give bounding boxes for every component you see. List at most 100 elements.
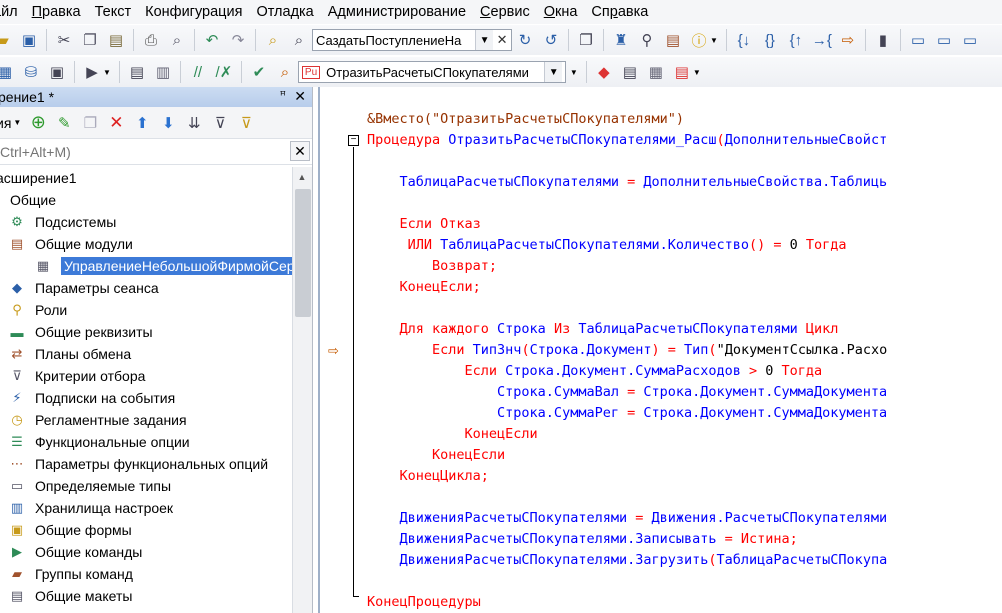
tree-item[interactable]: ⇄ Планы обмена [0, 343, 292, 365]
copy-icon[interactable]: ❐ [79, 29, 101, 51]
code-line[interactable] [367, 193, 887, 214]
run-debug-icon[interactable]: ▶ [81, 61, 103, 83]
breakpoint-icon[interactable]: ▮ [872, 29, 894, 51]
bookmark-icon[interactable]: ◆ [593, 61, 615, 83]
cascade-icon[interactable]: ▭ [933, 29, 955, 51]
tree-item[interactable]: ▬ Общие реквизиты [0, 321, 292, 343]
code-line[interactable]: Строка.СуммаВал = Строка.Документ.СуммаД… [367, 382, 887, 403]
code-line[interactable]: КонецЕсли; [367, 277, 887, 298]
tree-item[interactable]: ⋯ Параметры функциональных опций [0, 453, 292, 475]
syntax-helper-icon[interactable]: ▤ [662, 29, 684, 51]
tree-item[interactable]: ◷ Регламентные задания [0, 409, 292, 431]
code-line[interactable]: ТаблицаРасчетыСПокупателями = Дополнител… [367, 172, 888, 193]
sort-icon[interactable]: ⇊ [183, 112, 205, 134]
code-line[interactable] [367, 571, 887, 592]
table-icon[interactable]: ▦ [0, 61, 16, 83]
chevron-down-icon[interactable]: ▼ [693, 68, 701, 77]
code-line[interactable] [367, 151, 887, 172]
code-line[interactable]: Строка.СуммаРег = Строка.Документ.СуммаД… [367, 403, 887, 424]
menu-item[interactable]: Окна [537, 0, 585, 24]
module-properties-icon[interactable]: ▥ [152, 61, 174, 83]
search-combo[interactable]: СаздатьПоступлениеНа ▼ ✕ [312, 29, 512, 51]
clear-search-icon[interactable]: ✕ [290, 141, 310, 161]
tree-item[interactable]: асширение1 [0, 167, 292, 189]
open-icon[interactable]: ▰ [0, 29, 14, 51]
tree-item[interactable]: ⚡ Подписки на события [0, 387, 292, 409]
code-line[interactable]: Процедура ОтразитьРасчетыСПокупателями_Р… [367, 130, 887, 151]
tree-item[interactable]: ▰ Группы команд [0, 563, 292, 585]
delete-icon[interactable]: ✕ [105, 112, 127, 134]
code-line[interactable]: КонецПроцедуры [367, 592, 887, 613]
paste-icon[interactable]: ▤ [105, 29, 127, 51]
code-line[interactable] [367, 298, 887, 319]
tree-item[interactable]: ⚙ Подсистемы [0, 211, 292, 233]
procedure-combo[interactable]: Pu ОтразитьРасчетыСПокупателями ▼ [297, 61, 566, 83]
menu-item[interactable]: айл [0, 0, 25, 24]
syntax-check-icon[interactable]: ✔ [248, 61, 270, 83]
filter-clear-icon[interactable]: ⊽ [235, 112, 257, 134]
menu-item[interactable]: Текст [88, 0, 139, 24]
menu-item[interactable]: Отладка [249, 0, 320, 24]
find-prev-icon[interactable]: ↺ [540, 29, 562, 51]
fold-toggle-icon[interactable]: − [348, 135, 359, 146]
redo-icon[interactable]: ↷ [227, 29, 249, 51]
code-line[interactable]: КонецЕсли [367, 424, 887, 445]
tree-item[interactable]: ▦ УправлениеНебольшойФирмойСер [0, 255, 292, 277]
module-help-icon[interactable]: ▤ [619, 61, 641, 83]
tree-item[interactable]: ⊽ Критерии отбора [0, 365, 292, 387]
info-icon[interactable]: ⓘ [688, 29, 710, 51]
step-over-icon[interactable]: {} [759, 29, 781, 51]
wizard-icon[interactable]: ♜ [610, 29, 632, 51]
config-window-icon[interactable]: ▣ [46, 61, 68, 83]
chevron-down-icon[interactable]: ▼ [13, 118, 21, 127]
move-down-icon[interactable]: ⬇ [157, 112, 179, 134]
find-next-icon[interactable]: ↻ [514, 29, 536, 51]
tile-icon[interactable]: ▭ [959, 29, 981, 51]
tree-item[interactable]: ▶ Общие команды [0, 541, 292, 563]
edit-icon[interactable]: ✎ [53, 112, 75, 134]
chevron-down-icon[interactable]: ▼ [103, 68, 111, 77]
tree-item[interactable]: ▥ Хранилища настроек [0, 497, 292, 519]
run-to-cursor-icon[interactable]: →{ [811, 29, 833, 51]
copy-icon[interactable]: ❐ [79, 112, 101, 134]
scroll-up-icon[interactable]: ▲ [293, 168, 311, 186]
close-icon[interactable]: ✕ [294, 88, 306, 105]
code-line[interactable]: КонецЕсли [367, 445, 887, 466]
move-up-icon[interactable]: ⬆ [131, 112, 153, 134]
refactor-icon[interactable]: ▦ [645, 61, 667, 83]
code-line[interactable]: Если Строка.Документ.СуммаРасходов > 0 Т… [367, 361, 887, 382]
menu-item[interactable]: Сервис [473, 0, 537, 24]
menu-item[interactable]: Справка [584, 0, 655, 24]
actions-menu[interactable]: ия [0, 115, 11, 131]
comment-icon[interactable]: // [187, 61, 209, 83]
new-window-icon[interactable]: ▭ [907, 29, 929, 51]
menu-item[interactable]: Администрирование [321, 0, 473, 24]
code-line[interactable]: ДвиженияРасчетыСПокупателями.Загрузить(Т… [367, 550, 888, 571]
pin-icon[interactable]: ꟸ [280, 89, 286, 102]
tree-item[interactable]: ▤ Общие макеты [0, 585, 292, 607]
find-folder-icon[interactable]: ⌕ [262, 29, 284, 51]
uncomment-icon[interactable]: /✗ [213, 61, 235, 83]
chevron-down-icon[interactable]: ▼ [710, 36, 718, 45]
print-icon[interactable]: ⎙ [140, 29, 162, 51]
menu-item[interactable]: Конфигурация [138, 0, 249, 24]
step-out-icon[interactable]: {↑ [785, 29, 807, 51]
find-icon[interactable]: ⌕ [288, 29, 310, 51]
save-icon[interactable]: ▣ [18, 29, 40, 51]
code-line[interactable]: &Вместо("ОтразитьРасчетыСПокупателями") [367, 109, 887, 130]
tree-item[interactable]: ▣ Общие формы [0, 519, 292, 541]
current-line-icon[interactable]: ⇨ [837, 29, 859, 51]
chevron-down-icon[interactable]: ▼ [544, 62, 563, 82]
chevron-down-icon[interactable]: ▼ [570, 68, 578, 77]
tree-item[interactable]: ☰ Функциональные опции [0, 431, 292, 453]
tree-item[interactable]: ◆ Параметры сеанса [0, 277, 292, 299]
code-line[interactable]: Возврат; [367, 256, 887, 277]
code-line[interactable]: КонецЦикла; [367, 466, 887, 487]
delete-bookmark-icon[interactable]: ▤ [671, 61, 693, 83]
code-text[interactable]: &Вместо("ОтразитьРасчетыСПокупателями") П… [367, 109, 887, 613]
database-icon[interactable]: ⛁ [20, 61, 42, 83]
tree-item[interactable]: ▭ Определяемые типы [0, 475, 292, 497]
code-line[interactable]: ДвиженияРасчетыСПокупателями = Движения.… [367, 508, 888, 529]
code-line[interactable]: ДвиженияРасчетыСПокупателями.Записывать … [367, 529, 887, 550]
code-line[interactable] [367, 487, 887, 508]
